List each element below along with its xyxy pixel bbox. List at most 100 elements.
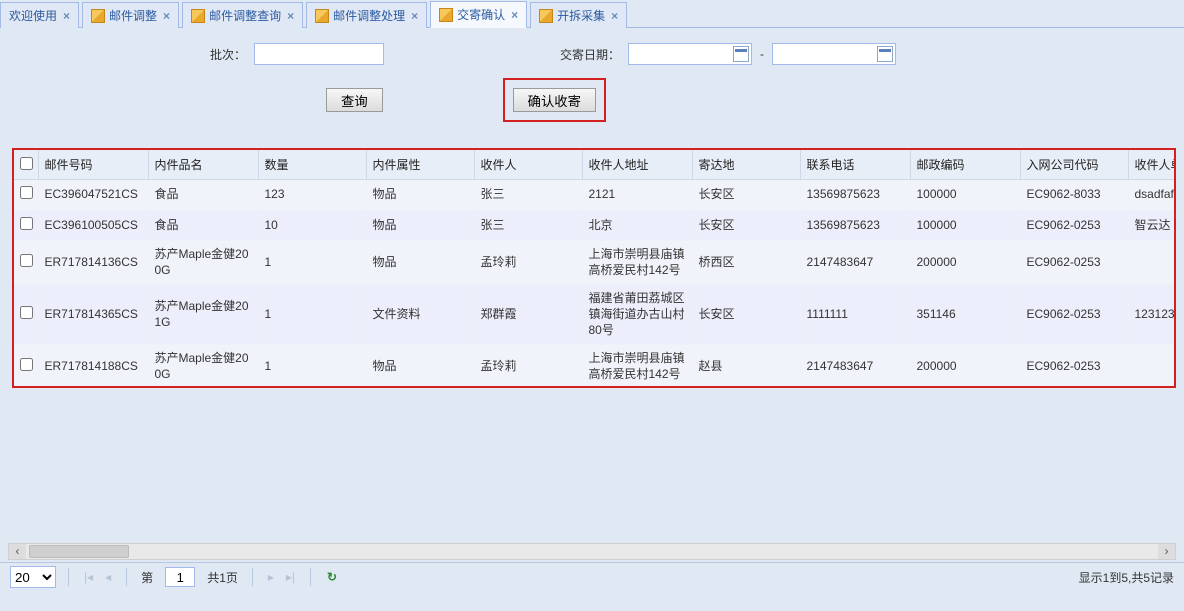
grid-highlight-frame: 邮件号码内件品名数量内件属性收件人收件人地址寄达地联系电话邮政编码入网公司代码收…: [12, 148, 1176, 388]
tab-label: 欢迎使用: [9, 7, 57, 24]
cell-zip: 351146: [910, 285, 1020, 345]
first-page-button[interactable]: |◂: [81, 570, 96, 584]
scroll-thumb[interactable]: [29, 545, 129, 558]
cell-netcode: EC9062-0253: [1020, 210, 1128, 241]
close-icon[interactable]: ×: [161, 9, 170, 23]
cell-recv: 孟玲莉: [474, 241, 582, 285]
confirm-receive-button[interactable]: 确认收寄: [513, 88, 596, 112]
cell-netcode: EC9062-0253: [1020, 285, 1128, 345]
close-icon[interactable]: ×: [285, 9, 294, 23]
next-page-button[interactable]: ▸: [265, 570, 277, 584]
date-label: 交寄日期：: [560, 46, 620, 63]
cell-mailno: ER717814188CS: [38, 345, 148, 386]
cell-addr: 上海市崇明县庙镇高桥爱民村142号: [582, 241, 692, 285]
row-checkbox[interactable]: [20, 217, 33, 230]
row-checkbox[interactable]: [20, 358, 33, 371]
tab-1[interactable]: 邮件调整 ×: [82, 2, 179, 28]
horizontal-scrollbar[interactable]: ‹ ›: [8, 543, 1176, 560]
paging-bar: 20 |◂ ◂ 第 共1页 ▸ ▸| ↻ 显示1到5,共5记录: [0, 562, 1184, 591]
column-header[interactable]: 邮件号码: [38, 150, 148, 180]
cell-dest: 赵县: [692, 345, 800, 386]
table-row[interactable]: ER717814188CS苏产Maple金健200G1物品孟玲莉上海市崇明县庙镇…: [14, 345, 1174, 386]
cell-item: 苏产Maple金健200G: [148, 345, 258, 386]
cell-recvunit: [1128, 345, 1174, 386]
cell-netcode: EC9062-8033: [1020, 180, 1128, 211]
table-row[interactable]: EC396100505CS食品10物品张三北京长安区13569875623100…: [14, 210, 1174, 241]
cell-recvunit: dsadfaf: [1128, 180, 1174, 211]
cell-addr: 福建省莆田荔城区镇海街道办古山村80号: [582, 285, 692, 345]
select-all-checkbox[interactable]: [20, 157, 33, 170]
cell-dest: 长安区: [692, 285, 800, 345]
column-header[interactable]: 邮政编码: [910, 150, 1020, 180]
close-icon[interactable]: ×: [509, 8, 518, 22]
last-page-button[interactable]: ▸|: [283, 570, 298, 584]
tab-3[interactable]: 邮件调整处理 ×: [306, 2, 427, 28]
date-from-input[interactable]: [628, 43, 752, 65]
close-icon[interactable]: ×: [61, 9, 70, 23]
cell-zip: 200000: [910, 345, 1020, 386]
column-header[interactable]: 收件人地址: [582, 150, 692, 180]
cell-phone: 2147483647: [800, 345, 910, 386]
calendar-icon[interactable]: [733, 46, 749, 62]
cell-mailno: ER717814365CS: [38, 285, 148, 345]
tab-4[interactable]: 交寄确认×: [430, 1, 527, 28]
cell-netcode: EC9062-0253: [1020, 345, 1128, 386]
separator: [252, 568, 253, 586]
tab-0[interactable]: 欢迎使用 ×: [0, 2, 79, 28]
column-header[interactable]: 数量: [258, 150, 366, 180]
cell-zip: 100000: [910, 180, 1020, 211]
cell-attr: 文件资料: [366, 285, 474, 345]
column-header[interactable]: 收件人单: [1128, 150, 1174, 180]
column-header[interactable]: 入网公司代码: [1020, 150, 1128, 180]
cell-recv: 张三: [474, 210, 582, 241]
cell-dest: 桥西区: [692, 241, 800, 285]
cell-recvunit: 1231231: [1128, 285, 1174, 345]
refresh-button[interactable]: ↻: [323, 570, 341, 584]
cell-attr: 物品: [366, 241, 474, 285]
box-icon: [191, 9, 205, 23]
tab-label: 邮件调整处理: [333, 7, 405, 24]
close-icon[interactable]: ×: [409, 9, 418, 23]
cell-qty: 1: [258, 241, 366, 285]
cell-phone: 13569875623: [800, 210, 910, 241]
column-header[interactable]: 内件属性: [366, 150, 474, 180]
calendar-icon[interactable]: [877, 46, 893, 62]
tab-2[interactable]: 邮件调整查询×: [182, 2, 303, 28]
row-checkbox[interactable]: [20, 254, 33, 267]
tab-label: 邮件调整: [109, 7, 157, 24]
cell-mailno: EC396100505CS: [38, 210, 148, 241]
box-icon: [91, 9, 105, 23]
scroll-left-arrow[interactable]: ‹: [9, 544, 26, 559]
query-button[interactable]: 查询: [326, 88, 383, 112]
date-to-input[interactable]: [772, 43, 896, 65]
cell-recv: 孟玲莉: [474, 345, 582, 386]
cell-attr: 物品: [366, 180, 474, 211]
row-checkbox[interactable]: [20, 186, 33, 199]
column-header[interactable]: 内件品名: [148, 150, 258, 180]
table-row[interactable]: EC396047521CS食品123物品张三2121长安区13569875623…: [14, 180, 1174, 211]
column-header[interactable]: 收件人: [474, 150, 582, 180]
separator: [68, 568, 69, 586]
tab-5[interactable]: 开拆采集×: [530, 2, 627, 28]
page-label-prefix: 第: [141, 569, 153, 586]
column-header[interactable]: 联系电话: [800, 150, 910, 180]
table-row[interactable]: ER717814365CS苏产Maple金健201G1文件资料郑群霞福建省莆田荔…: [14, 285, 1174, 345]
prev-page-button[interactable]: ◂: [102, 570, 114, 584]
cell-recvunit: 智云达: [1128, 210, 1174, 241]
filter-bar: 批次： 交寄日期： - 查询 确认收寄: [0, 28, 1184, 130]
scroll-right-arrow[interactable]: ›: [1158, 544, 1175, 559]
cell-zip: 100000: [910, 210, 1020, 241]
separator: [126, 568, 127, 586]
page-number-input[interactable]: [165, 567, 195, 587]
table-row[interactable]: ER717814136CS苏产Maple金健200G1物品孟玲莉上海市崇明县庙镇…: [14, 241, 1174, 285]
cell-mailno: EC396047521CS: [38, 180, 148, 211]
close-icon[interactable]: ×: [609, 9, 618, 23]
cell-phone: 13569875623: [800, 180, 910, 211]
row-checkbox[interactable]: [20, 306, 33, 319]
cell-netcode: EC9062-0253: [1020, 241, 1128, 285]
cell-recv: 郑群霞: [474, 285, 582, 345]
page-label-suffix: 共1页: [207, 569, 238, 586]
column-header[interactable]: 寄达地: [692, 150, 800, 180]
batch-input[interactable]: [254, 43, 384, 65]
page-size-select[interactable]: 20: [10, 566, 56, 588]
